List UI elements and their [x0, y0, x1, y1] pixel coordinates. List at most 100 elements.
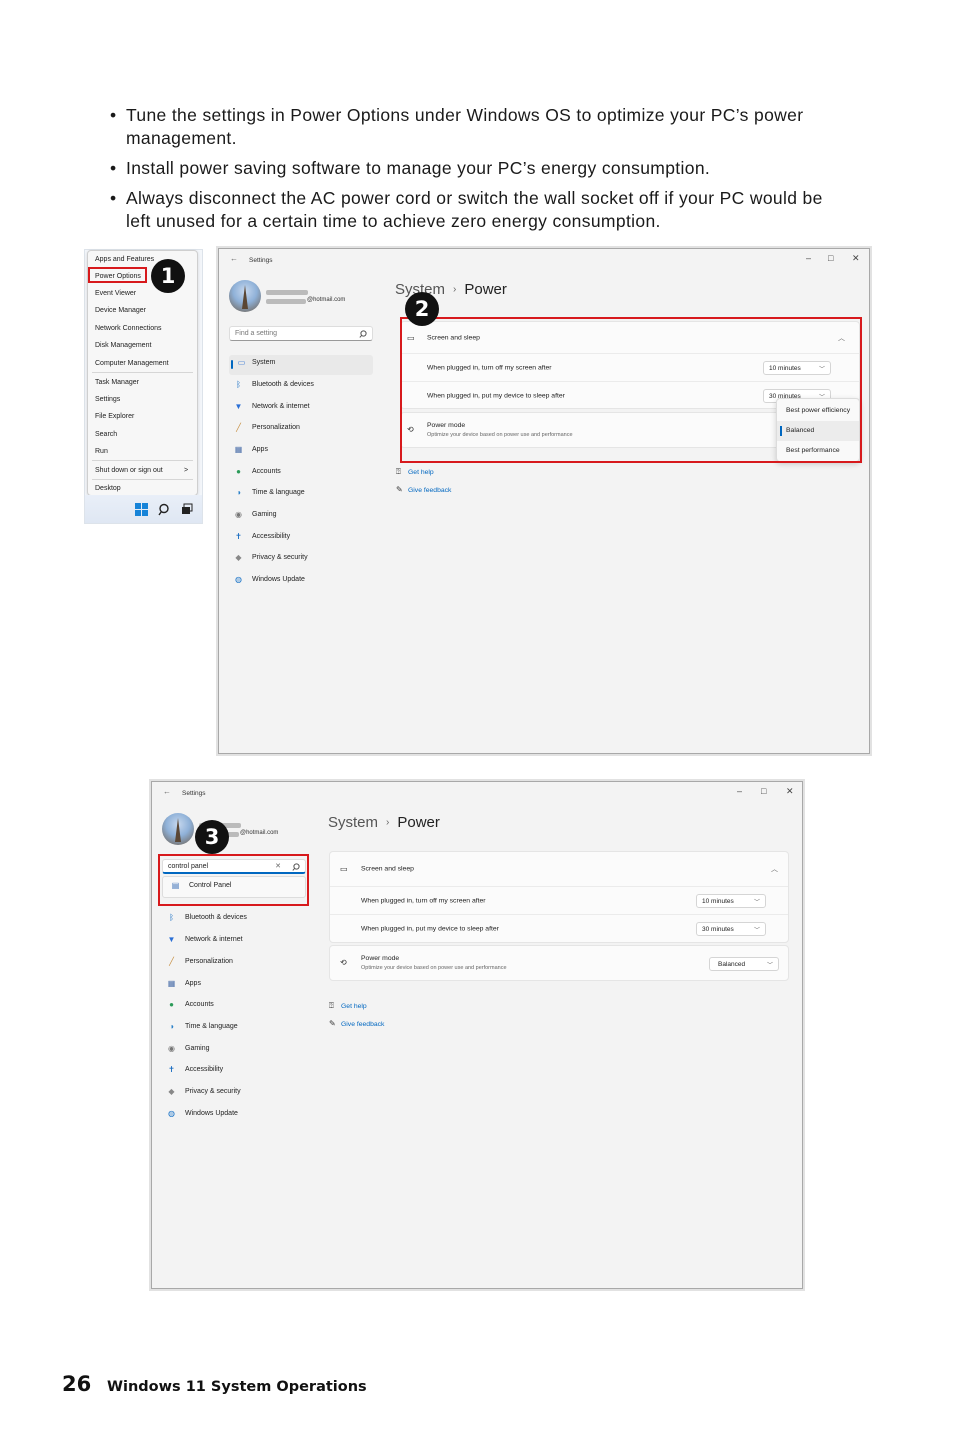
menu-item-settings[interactable]: Settings: [95, 396, 120, 403]
update-icon: ◍: [235, 575, 242, 584]
menu-item-computer-management[interactable]: Computer Management: [95, 360, 169, 367]
shield-icon: ◆: [235, 553, 242, 562]
avatar[interactable]: [229, 280, 261, 312]
menu-item-event-viewer[interactable]: Event Viewer: [95, 290, 136, 297]
menu-item-file-explorer[interactable]: File Explorer: [95, 413, 134, 420]
bullet-item: Always disconnect the AC power cord or s…: [108, 187, 848, 233]
screen-sleep-header[interactable]: ▭ Screen and sleep ︿: [330, 852, 788, 887]
avatar[interactable]: [162, 813, 194, 845]
apps-icon: ▦: [167, 979, 176, 988]
menu-item-task-manager[interactable]: Task Manager: [95, 379, 139, 386]
maximize-icon[interactable]: □: [828, 253, 833, 263]
taskbar: [85, 495, 202, 523]
gamepad-icon: ◉: [168, 1044, 175, 1053]
highlight-power-options: [88, 267, 147, 283]
chevron-up-icon[interactable]: ︿: [771, 864, 778, 874]
apps-icon: ▦: [234, 445, 243, 454]
menu-item-search[interactable]: Search: [95, 431, 117, 438]
give-feedback-link[interactable]: ✎ Give feedback: [329, 1019, 384, 1028]
give-feedback-link[interactable]: ✎ Give feedback: [396, 485, 451, 494]
power-mode-icon: ⟲: [340, 958, 347, 967]
close-icon[interactable]: ✕: [786, 786, 794, 797]
winx-menu-screenshot: Apps and Features Power Options Event Vi…: [84, 249, 203, 524]
breadcrumb-system[interactable]: System: [328, 814, 378, 831]
menu-item-network-connections[interactable]: Network Connections: [95, 325, 162, 332]
shield-icon: ◆: [168, 1087, 175, 1096]
close-icon[interactable]: ✕: [852, 253, 860, 264]
search-placeholder: Find a setting: [235, 330, 278, 337]
help-icon: ⍰: [396, 467, 401, 476]
sleep-label: When plugged in, put my device to sleep …: [361, 925, 499, 933]
monitor-icon: ▭: [340, 864, 348, 874]
feedback-icon: ✎: [329, 1019, 336, 1028]
window-title: Settings: [249, 257, 273, 264]
menu-item-device-manager[interactable]: Device Manager: [95, 307, 146, 314]
power-mode-label: Power mode: [361, 955, 400, 962]
page-footer: 26 Windows 11 System Operations: [62, 1372, 367, 1396]
give-feedback-label: Give feedback: [408, 487, 452, 494]
title-bar: ← Settings – □ ✕: [152, 782, 802, 804]
menu-item-desktop[interactable]: Desktop: [95, 485, 121, 492]
wifi-icon: ▼: [167, 935, 176, 944]
back-arrow-icon[interactable]: ←: [163, 787, 171, 796]
menu-divider: [92, 460, 193, 461]
minimize-icon[interactable]: –: [806, 253, 811, 263]
bluetooth-icon: ᛒ: [236, 380, 241, 389]
windows-start-icon[interactable]: [135, 503, 148, 516]
bullet-list: Tune the settings in Power Options under…: [108, 104, 848, 240]
page-number: 26: [62, 1372, 92, 1396]
screen-sleep-label: Screen and sleep: [361, 865, 414, 873]
submenu-arrow-icon: >: [184, 467, 189, 474]
winx-menu: Apps and Features Power Options Event Vi…: [87, 250, 198, 496]
bullet-item: Install power saving software to manage …: [108, 157, 848, 180]
back-arrow-icon[interactable]: ←: [230, 254, 238, 263]
step-badge: 1: [151, 259, 185, 293]
breadcrumb: System › Power: [328, 814, 440, 831]
globe-icon: ◑: [236, 488, 241, 497]
sleep-dropdown[interactable]: 30 minutes ﹀: [696, 922, 766, 936]
help-icon: ⍰: [329, 1001, 334, 1010]
get-help-label: Get help: [341, 1003, 367, 1010]
search-icon[interactable]: [158, 503, 171, 516]
email-redacted: [266, 299, 306, 304]
menu-item-run[interactable]: Run: [95, 448, 108, 455]
chevron-down-icon: ﹀: [766, 963, 773, 969]
maximize-icon[interactable]: □: [761, 786, 766, 796]
email-domain: @hotmail.com: [240, 830, 279, 836]
window-title: Settings: [182, 790, 206, 797]
chevron-down-icon: ﹀: [753, 900, 760, 906]
nav-item-system[interactable]: ▭ System: [229, 355, 373, 375]
screen-off-dropdown[interactable]: 10 minutes ﹀: [696, 894, 766, 908]
breadcrumb-chevron-icon: ›: [386, 817, 390, 828]
bullet-item: Tune the settings in Power Options under…: [108, 104, 848, 150]
menu-divider: [92, 372, 193, 373]
title-bar: ← Settings – □ ✕: [219, 249, 869, 271]
search-input[interactable]: Find a setting: [229, 326, 373, 341]
sleep-value: 30 minutes: [702, 926, 734, 933]
menu-divider: [92, 479, 193, 480]
task-view-icon[interactable]: [181, 503, 193, 515]
power-mode-card: ⟲ Power mode Optimize your device based …: [329, 945, 789, 981]
username-redacted: [266, 290, 308, 295]
step-badge: 3: [195, 820, 229, 854]
bluetooth-icon: ᛒ: [169, 913, 174, 922]
page-title: Power: [464, 281, 507, 298]
chevron-down-icon: ﹀: [753, 928, 760, 934]
menu-item-shutdown[interactable]: Shut down or sign out: [95, 467, 163, 474]
section-title: Windows 11 System Operations: [107, 1379, 367, 1395]
get-help-link[interactable]: ⍰ Get help: [396, 467, 434, 477]
wifi-icon: ▼: [234, 402, 243, 411]
person-icon: ●: [236, 467, 241, 476]
minimize-icon[interactable]: –: [737, 786, 742, 796]
power-mode-dropdown[interactable]: Balanced ﹀: [709, 957, 779, 971]
get-help-link[interactable]: ⍰ Get help: [329, 1001, 367, 1011]
menu-item-disk-management[interactable]: Disk Management: [95, 342, 151, 349]
search-icon: [359, 330, 367, 338]
menu-item-apps-features[interactable]: Apps and Features: [95, 256, 154, 263]
screen-off-value: 10 minutes: [702, 898, 734, 905]
step-badge: 2: [405, 292, 439, 326]
highlight-power-settings: [400, 317, 862, 463]
accessibility-icon: ✝: [235, 532, 242, 541]
update-icon: ◍: [168, 1109, 175, 1118]
globe-icon: ◑: [169, 1022, 174, 1031]
